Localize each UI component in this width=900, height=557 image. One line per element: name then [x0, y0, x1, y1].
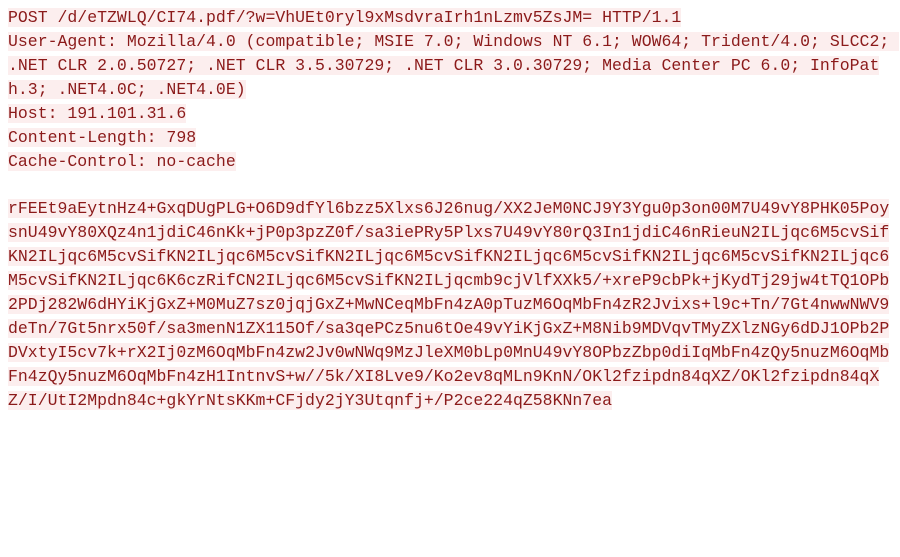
header-user-agent: User-Agent: Mozilla/4.0 (compatible; MSI… — [8, 32, 899, 99]
header-host: Host: 191.101.31.6 — [8, 104, 186, 123]
http-request-block: POST /d/eTZWLQ/CI74.pdf/?w=VhUEt0ryl9xMs… — [8, 6, 892, 413]
header-content-length: Content-Length: 798 — [8, 128, 196, 147]
request-body: rFEEt9aEytnHz4+GxqDUgPLG+O6D9dfYl6bzz5Xl… — [8, 199, 889, 409]
request-line: POST /d/eTZWLQ/CI74.pdf/?w=VhUEt0ryl9xMs… — [8, 8, 681, 27]
header-cache-control: Cache-Control: no-cache — [8, 152, 236, 171]
